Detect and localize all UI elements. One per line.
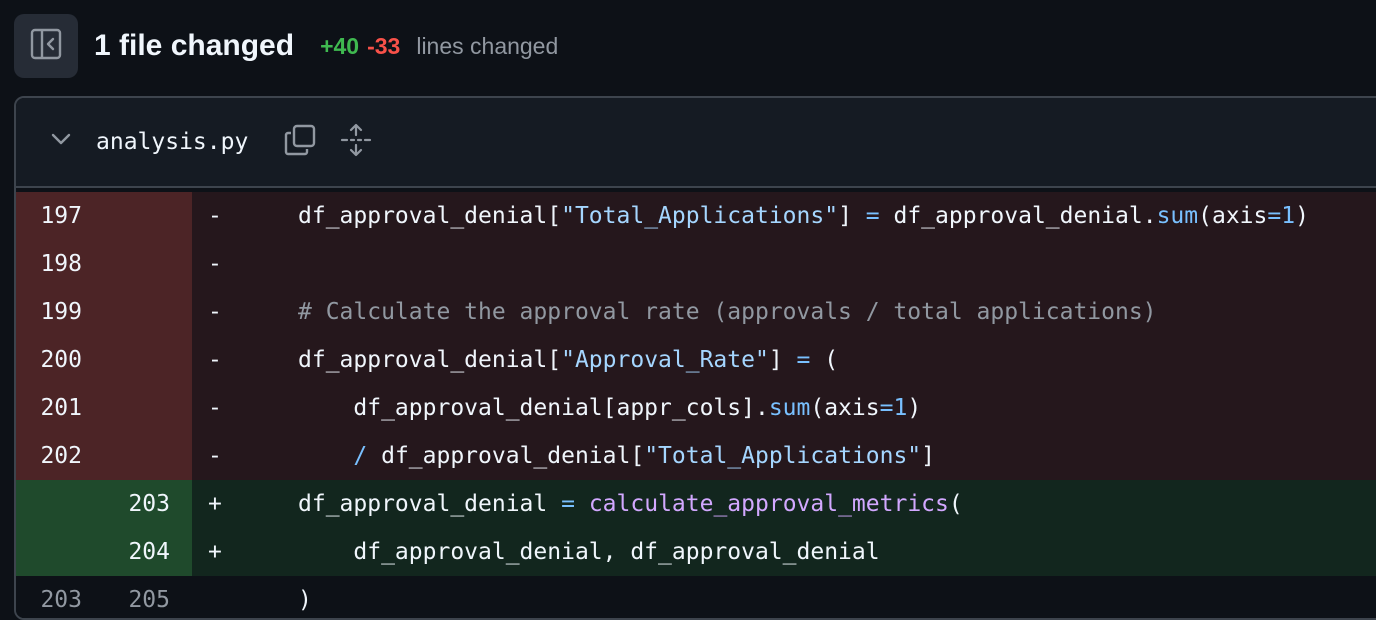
copy-icon <box>283 123 317 162</box>
diff-row-add[interactable]: 204 + df_approval_denial, df_approval_den… <box>16 528 1376 576</box>
code-token: df_approval_denial[ <box>298 203 562 229</box>
code-token: ( <box>948 491 963 517</box>
diff-sign: - <box>208 299 222 325</box>
line-number-gutter: 202 <box>16 432 192 480</box>
code-token: (axis <box>810 395 880 421</box>
diff-sign: - <box>208 347 222 373</box>
code-token: ( <box>810 347 839 373</box>
code-token: "Total_Applications" <box>561 203 839 229</box>
code-token: 1 <box>893 395 908 421</box>
code-token: sum <box>1156 203 1199 229</box>
code-token: df_approval_denial. <box>879 203 1157 229</box>
code-token: df_approval_denial[ <box>367 443 645 469</box>
diff-row-ctx[interactable]: 203 205) <box>16 576 1376 618</box>
code-line: df_approval_denial = calculate_approval_… <box>238 480 1376 528</box>
code-token: "Total_Applications" <box>644 443 922 469</box>
additions-count: +40 <box>320 32 360 59</box>
code-line: df_approval_denial, df_approval_denial <box>238 528 1376 576</box>
collapse-file-button[interactable] <box>46 126 76 156</box>
old-line-number[interactable]: 200 <box>16 336 82 384</box>
deletions-count: -33 <box>367 32 401 59</box>
line-number-gutter: 200 <box>16 336 192 384</box>
old-line-number[interactable]: 203 <box>16 576 82 618</box>
code-line: / df_approval_denial["Total_Applications… <box>238 432 1376 480</box>
files-changed-title: 1 file changed <box>94 29 295 62</box>
line-number-gutter: 204 <box>16 528 192 576</box>
code-token: ] <box>838 203 866 229</box>
diff-sign: + <box>208 539 222 565</box>
diff-row-del[interactable]: 202 - / df_approval_denial["Total_Applica… <box>16 432 1376 480</box>
lines-changed-label: lines changed <box>416 32 559 59</box>
diff-row-add[interactable]: 203 + df_approval_denial = calculate_appro… <box>16 480 1376 528</box>
code-line: ) <box>238 576 1376 618</box>
code-line: df_approval_denial["Total_Applications"]… <box>238 192 1376 240</box>
diff-sign <box>192 576 238 618</box>
code-token: "Approval_Rate" <box>561 347 769 373</box>
old-line-number[interactable]: 198 <box>16 240 82 288</box>
code-token: = <box>1267 203 1282 229</box>
copy-path-button[interactable] <box>282 124 318 160</box>
code-token: ) <box>907 395 922 421</box>
code-token: df_approval_denial[appr_cols]. <box>353 395 769 421</box>
code-token: df_approval_denial[ <box>298 347 562 373</box>
diff-row-del[interactable]: 197- df_approval_denial["Total_Applicatio… <box>16 192 1376 240</box>
code-token: calculate_approval_metrics <box>588 491 949 517</box>
line-number-gutter: 203 205 <box>16 576 192 618</box>
code-token: = <box>796 347 811 373</box>
old-line-number[interactable]: 197 <box>16 192 82 240</box>
new-line-number[interactable]: 203 <box>104 480 170 528</box>
line-number-gutter: 201 <box>16 384 192 432</box>
code-token: ) <box>1295 203 1309 229</box>
old-line-number[interactable]: 202 <box>16 432 82 480</box>
line-number-gutter: 199 <box>16 288 192 336</box>
code-token: = <box>879 395 894 421</box>
line-number-gutter: 197 <box>16 192 192 240</box>
code-token: / <box>353 443 368 469</box>
diff-row-del[interactable]: 200 - df_approval_denial["Approval_Rate"] … <box>16 336 1376 384</box>
code-token: # Calculate the approval rate (approvals… <box>298 299 1157 325</box>
file-name[interactable]: analysis.py <box>96 126 248 158</box>
code-token: ] <box>921 443 936 469</box>
code-token: = <box>561 491 575 517</box>
code-token: df_approval_denial <box>298 491 562 517</box>
code-line: df_approval_denial["Approval_Rate"] = ( <box>238 336 1376 384</box>
code-token: 1 <box>1281 203 1296 229</box>
code-token: df_approval_denial, df_approval_denial <box>353 539 880 565</box>
diff-sign: - <box>208 395 222 421</box>
line-number-gutter: 198 <box>16 240 192 288</box>
expand-all-button[interactable] <box>338 123 374 162</box>
diff-sign: - <box>208 251 222 277</box>
old-line-number[interactable]: 199 <box>16 288 82 336</box>
old-line-number[interactable]: 201 <box>16 384 82 432</box>
diff-sign: + <box>208 491 222 517</box>
unfold-icon <box>339 123 373 162</box>
code-line: df_approval_denial[appr_cols].sum(axis=1… <box>238 384 1376 432</box>
sidebar-collapse-icon <box>29 27 63 66</box>
new-line-number[interactable]: 204 <box>104 528 170 576</box>
diff-lines: 197- df_approval_denial["Total_Applicatio… <box>16 192 1376 618</box>
line-number-gutter: 203 <box>16 480 192 528</box>
code-token: sum <box>768 395 811 421</box>
diff-summary-bar: 1 file changed +40 -33 lines changed <box>0 0 1376 96</box>
file-diff-panel: analysis.py 197- df_approval_denial["Tot… <box>14 96 1376 620</box>
sidebar-toggle-button[interactable] <box>14 14 78 78</box>
diff-sign: - <box>208 203 222 229</box>
code-line: # Calculate the approval rate (approvals… <box>238 288 1376 336</box>
code-token: ] <box>768 347 797 373</box>
file-header: analysis.py <box>16 98 1376 188</box>
chevron-down-icon <box>49 127 73 156</box>
diff-row-del[interactable]: 198 - <box>16 240 1376 288</box>
code-token: = <box>865 203 880 229</box>
new-line-number[interactable]: 205 <box>104 576 170 618</box>
diff-row-del[interactable]: 201 - df_approval_denial[appr_cols].sum(a… <box>16 384 1376 432</box>
change-summary: 1 file changed +40 -33 lines changed <box>94 24 558 68</box>
code-token: ) <box>298 587 312 613</box>
diff-sign: - <box>208 443 222 469</box>
code-token: (axis <box>1198 203 1268 229</box>
diff-row-del[interactable]: 199 - # Calculate the approval rate (appro… <box>16 288 1376 336</box>
